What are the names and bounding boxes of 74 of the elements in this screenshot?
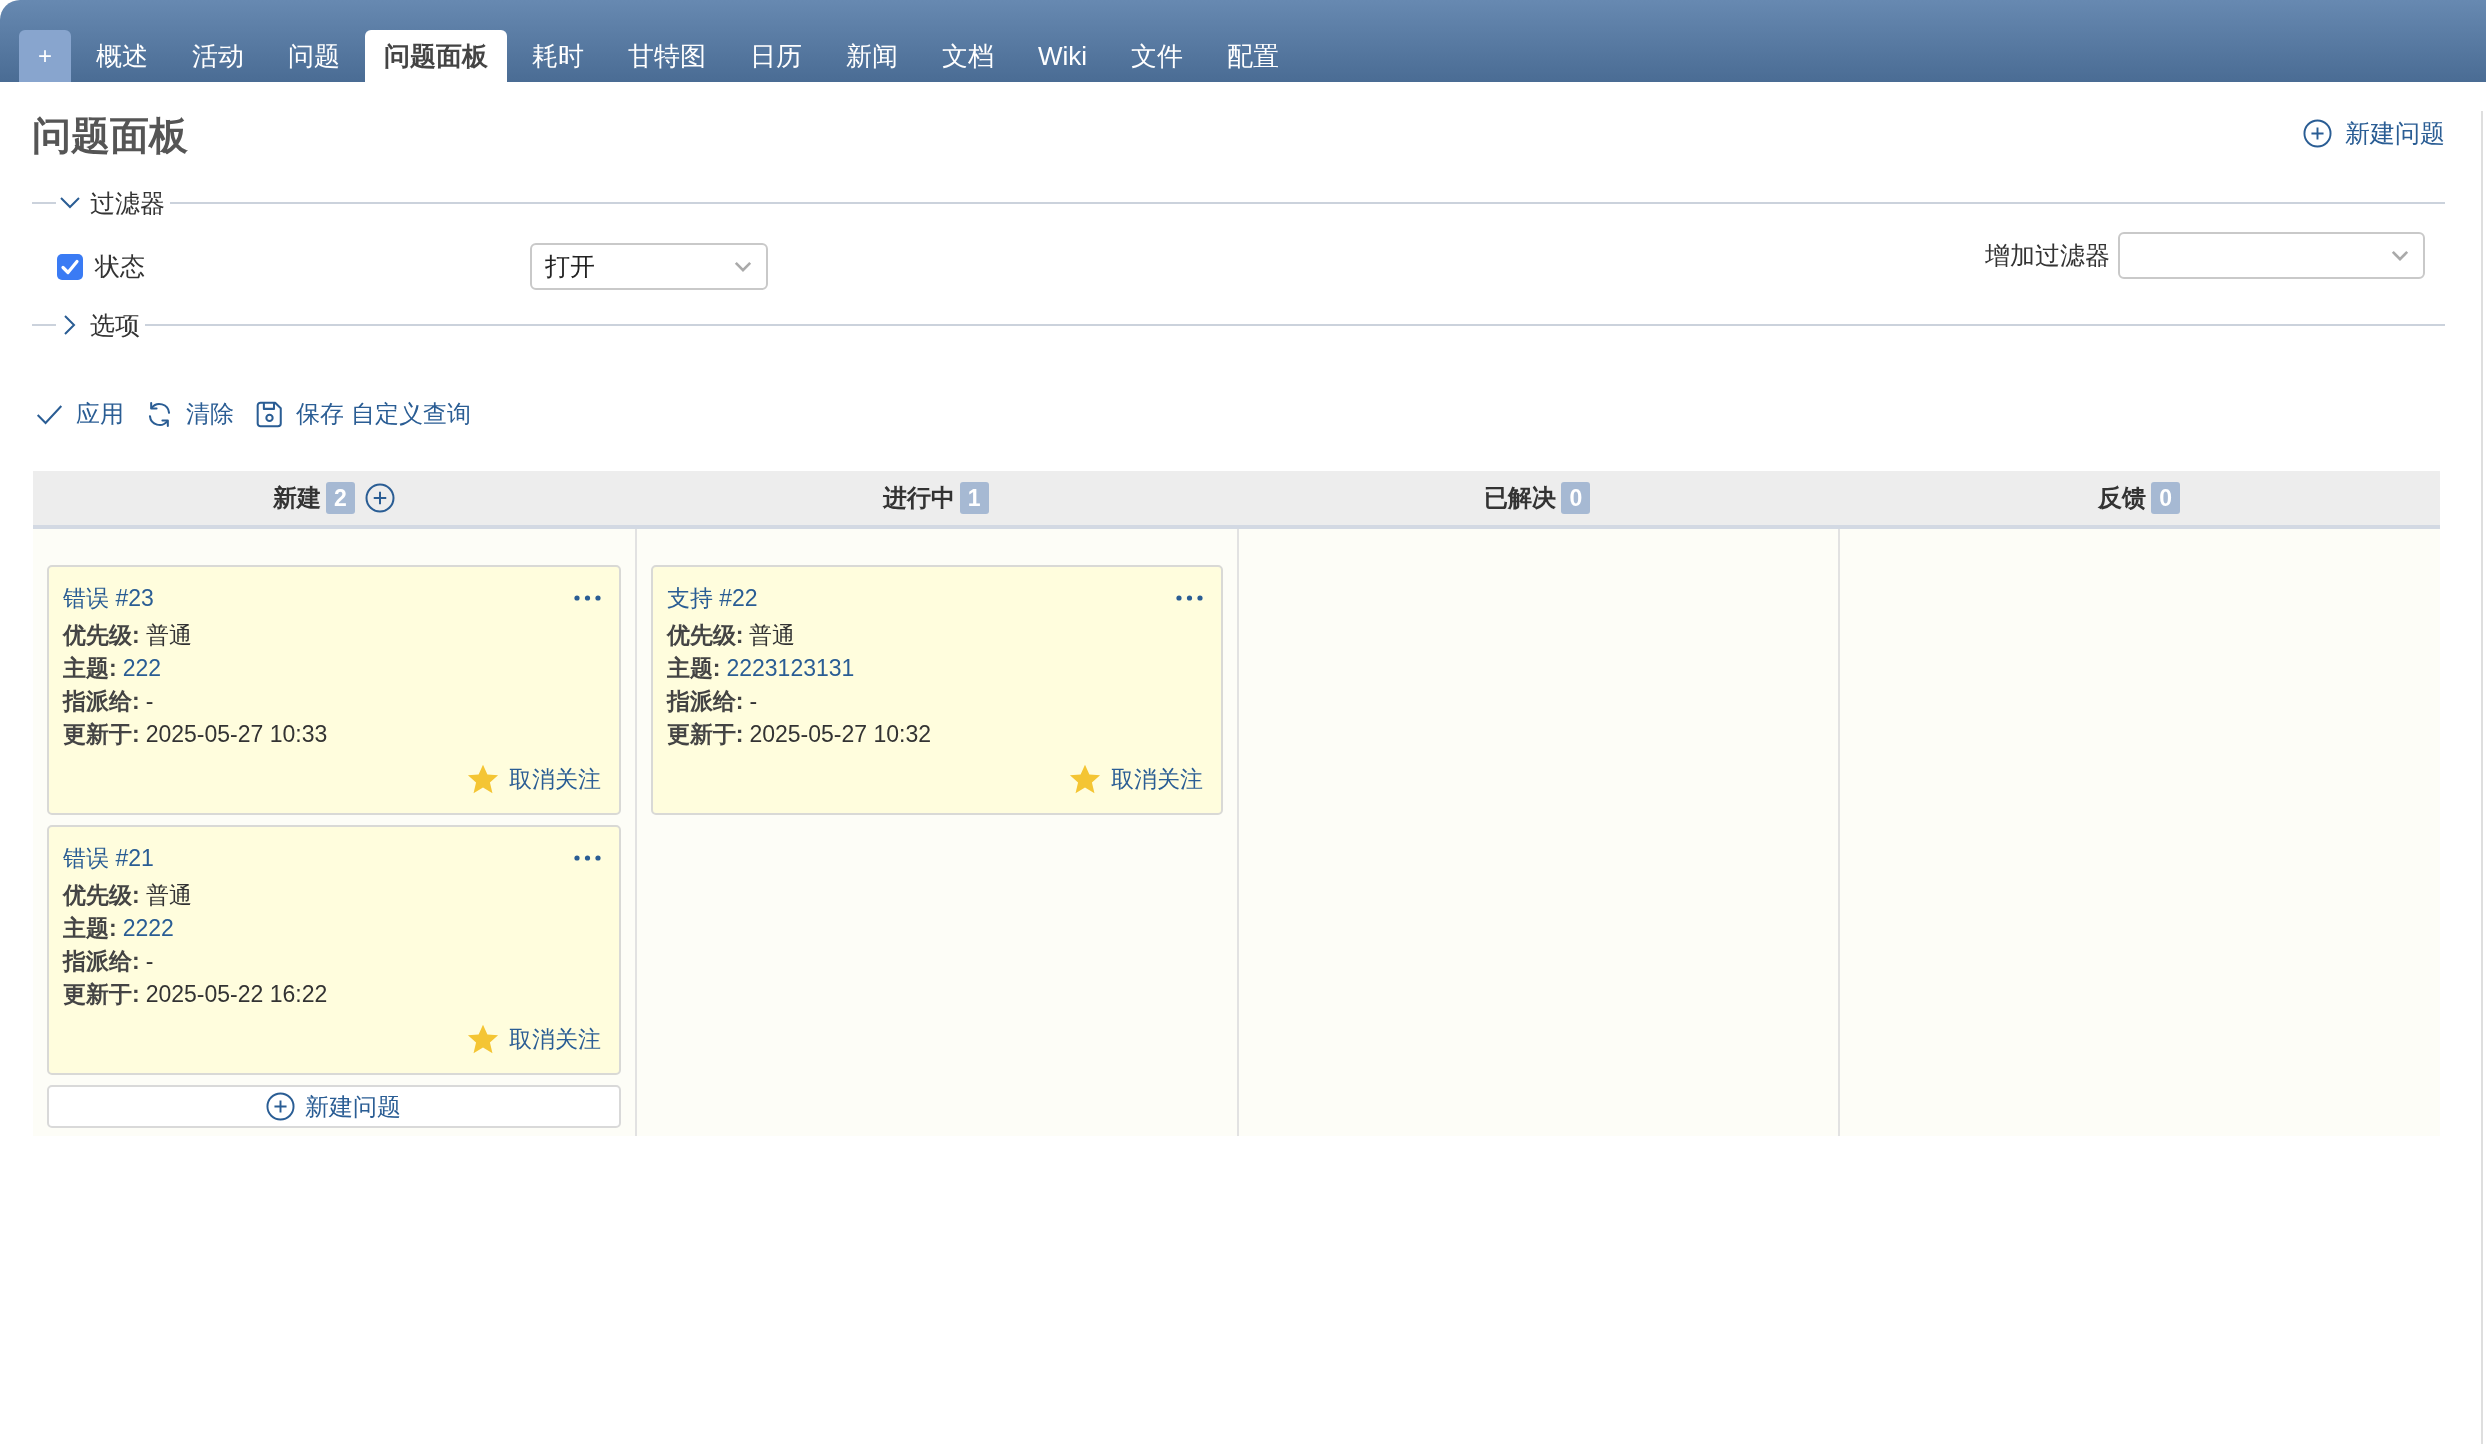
new-issue-button[interactable]: 新建问题 [47,1085,621,1128]
more-icon[interactable] [573,855,601,861]
subject-link[interactable]: 222 [122,654,162,681]
column-title: 反馈 [2098,483,2147,513]
column-title: 进行中 [882,483,955,513]
nav-tab[interactable]: 活动 [173,30,263,82]
save-query-link[interactable]: 保存 自定义查询 [256,398,471,430]
unwatch-link[interactable]: 取消关注 [466,762,601,796]
column-title: 已解决 [1484,483,1557,513]
apply-link[interactable]: 应用 [36,398,124,430]
status-select[interactable]: 打开 [530,243,768,290]
field-label: 更新于: [666,720,744,747]
chevron-down-icon [734,261,752,272]
filters-toggle[interactable]: 过滤器 [56,186,170,220]
count-badge: 1 [959,482,989,514]
chevron-down-icon [2391,250,2409,261]
nav-tab[interactable]: 问题 [269,30,359,82]
field-value: - [145,947,154,974]
field-label: 优先级: [666,621,744,648]
chevron-down-icon [60,197,80,209]
field-label: 指派给: [63,947,140,974]
column-title: 新建 [272,483,321,513]
field-value: 普通 [749,621,796,648]
add-filter-label: 增加过滤器 [1985,240,2110,271]
count-badge: 0 [2151,482,2181,514]
chevron-right-icon [64,315,76,335]
nav-tab[interactable]: 文件 [1112,30,1203,82]
issue-link[interactable]: 支持 #22 [666,582,758,614]
count-badge: 0 [1561,482,1591,514]
field-label: 指派给: [63,687,140,714]
field-label: 优先级: [63,621,140,648]
subject-link[interactable]: 2222 [122,914,174,941]
field-label: 更新于: [63,720,140,747]
more-icon[interactable] [1175,595,1203,601]
new-issue-link[interactable]: 新建问题 [2303,116,2445,150]
field-label: 更新于: [63,980,140,1007]
refresh-icon [146,400,173,428]
field-value: 2025-05-27 10:33 [145,720,328,747]
field-value: 普通 [145,621,192,648]
plus-circle-icon [266,1092,296,1121]
field-value: 普通 [145,881,192,908]
field-value: - [145,687,154,714]
field-value: - [749,687,758,714]
nav-tab[interactable]: 概述 [77,30,167,82]
plus-circle-icon[interactable] [364,483,395,513]
count-badge: 2 [325,482,355,514]
options-toggle[interactable]: 选项 [56,308,145,342]
nav-tab[interactable]: 日历 [731,30,821,82]
field-label: 主题: [63,654,117,681]
subject-link[interactable]: 2223123131 [726,654,855,681]
field-label: 主题: [666,654,721,681]
filter-label: 状态 [95,251,145,282]
nav-tab[interactable]: 配置 [1208,30,1299,82]
more-icon[interactable] [573,595,601,601]
unwatch-link[interactable]: 取消关注 [1068,762,1203,796]
nav-tab[interactable]: 耗时 [513,30,603,82]
page-title: 问题面板 [32,113,188,159]
nav-tab[interactable]: 文档 [923,30,1013,82]
issue-link[interactable]: 错误 #23 [63,582,154,614]
nav-tab[interactable]: 新闻 [827,30,917,82]
field-label: 指派给: [666,687,744,714]
field-value: 2025-05-27 10:32 [749,720,932,747]
status-checkbox[interactable] [57,253,83,280]
clear-link[interactable]: 清除 [146,398,234,430]
plus-circle-icon [2303,118,2332,148]
field-value: 2025-05-22 16:22 [145,980,328,1007]
save-icon [256,400,283,428]
nav-tab[interactable]: Wiki [1019,30,1107,82]
field-label: 优先级: [63,881,140,908]
nav-tab[interactable]: 甘特图 [609,30,725,82]
nav-tab[interactable]: 问题面板 [365,30,507,82]
field-label: 主题: [63,914,117,941]
issue-link[interactable]: 错误 #21 [63,842,154,874]
unwatch-link[interactable]: 取消关注 [466,1022,601,1056]
